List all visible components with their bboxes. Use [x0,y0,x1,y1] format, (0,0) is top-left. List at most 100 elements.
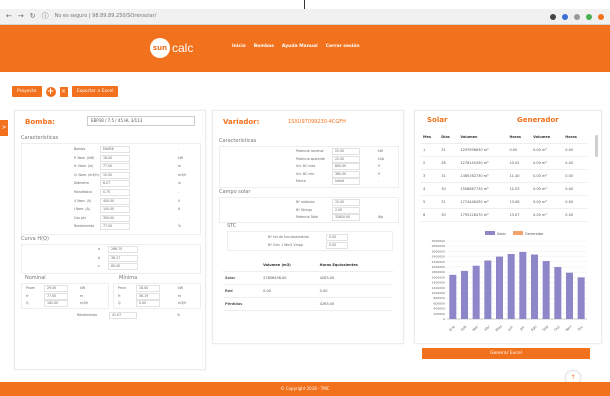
side-toggle[interactable]: > [0,120,8,136]
field-unit: % [178,224,182,229]
rendimiento-field[interactable]: 41.07 [109,312,137,319]
table-cell: 11.40 [507,169,532,183]
nav-inicio[interactable]: Inicio [232,44,246,49]
table-header-cell: Volumen [458,131,508,144]
field-unit: - [378,179,380,183]
field-value[interactable]: 0.75 [100,189,130,196]
field-value[interactable]: 400.00 [100,197,130,205]
field-value[interactable]: 36.17 [108,254,138,262]
field-value[interactable]: 32800.00 [332,214,360,221]
window-edge [304,0,305,9]
field-value[interactable]: 266.75 [108,246,138,253]
field-value[interactable]: 380.00 [332,170,360,178]
field-value[interactable]: 2.00 [332,206,360,214]
nav-ayuda[interactable]: Ayuda Manual [282,44,318,49]
table-header-cell: Horas [563,131,587,144]
table-row: 4 30 1506887730 m³ 12.03 0.00 m³ 0.00 [421,182,587,196]
field-value[interactable]: 22.00 [332,148,360,155]
bomba-select[interactable]: EBP38 / 7.5 / 45 HL 3/113 [87,116,195,126]
field-value[interactable]: 56.19 [136,292,160,300]
logo-calc: calc [172,41,194,55]
field-value[interactable]: 0.00 [136,300,160,307]
table-cell: 1755128470 m³ [458,208,508,222]
field-value[interactable]: Infeld [332,178,360,185]
field-value[interactable]: 800.00 [332,163,360,170]
table-cell: 1297096830 m³ [458,143,508,157]
field-value[interactable]: 29.00 [44,285,68,292]
app-frame: ← → ↻ ⓘ No es seguro | 98.89.89.250/SOre… [0,0,610,396]
reload-icon[interactable]: ↻ [30,9,36,24]
field-label: Potencia aparente [296,156,325,161]
field-unit: V [178,198,181,203]
table-header-cell: Horas [507,131,532,144]
generate-excel-button[interactable]: Generar Excel [422,348,590,359]
field-value[interactable]: 18.00 [100,154,130,162]
extension-icon[interactable] [574,13,580,20]
field-value[interactable]: 0.00 [326,241,348,249]
table-row: 3 31 1485162730 m³ 11.40 0.00 m³ 0.00 [421,169,587,183]
field-value[interactable]: 80.00 [108,263,138,270]
field-value[interactable]: 77.00 [44,292,68,300]
field-label: Bomba [74,147,86,151]
field-unit: m3/h [178,172,187,177]
logo[interactable]: sun calc [150,38,193,58]
profile-icon[interactable] [598,13,604,20]
caracteristicas-box: Bomba EbHR8 - P. Nom. (kW) 18.00 kW H. Nom. (m… [21,143,201,235]
field-value[interactable]: 0.00 [326,234,348,241]
field-label: H [26,293,29,298]
x-tick-label: Dic [577,325,584,332]
delete-icon[interactable]: × [59,86,68,97]
table-cell: 3 [421,169,440,183]
table-cell: 6 [421,208,440,222]
field-value[interactable]: 22.00 [332,199,360,206]
forward-icon[interactable]: → [18,9,24,24]
bar-solar [484,260,492,319]
volumen-cell: 27856436.00 [261,271,318,285]
stc-box: Nº hrs de funcionamiento 0.00 Nº Crec 1 Wm… [227,231,393,251]
export-button[interactable]: Exportar a Excel [71,86,119,97]
field-value[interactable]: 6.27 [100,180,130,188]
y-tick-label: 2000000 [432,265,445,269]
field-value[interactable]: 77.00 [100,223,130,231]
bar-solar [496,256,503,319]
variador-panel: Variador: 1SXU97099230-4CGFH Característ… [212,110,404,344]
curva-title: Curva H(Q) [21,236,49,242]
field-value[interactable]: EbHR8 [100,146,130,153]
nav-bombas[interactable]: Bombas [254,44,274,49]
field-unit: - [178,147,180,151]
field-unit: m [178,164,182,169]
table-cell: 12.03 [507,182,532,196]
address-bar[interactable]: No es seguro | 98.89.89.250/SOrensolar/ [55,9,550,24]
field-value[interactable]: 100.00 [100,206,130,214]
table-row: 2 28 1276145430 m³ 10.02 0.00 m³ 0.00 [421,156,587,170]
nominal-box: Pnom 29.00 kW H 77.00 m Q 182.00 m3/h [21,283,109,309]
extension-icon[interactable] [586,13,592,20]
extension-icon[interactable] [562,13,568,20]
field-value[interactable]: 300.00 [100,214,130,222]
field-value[interactable]: 15.00 [100,171,130,179]
field-value[interactable]: 18.00 [136,285,160,292]
info-icon[interactable]: ⓘ [42,9,49,24]
add-icon[interactable]: + [45,86,56,97]
proyecto-button[interactable]: Proyecto [12,86,42,97]
table-row: 5 31 1774446430 m³ 13.08 0.00 m³ 0.00 [421,195,587,209]
bar-solar [554,267,562,319]
field-value[interactable]: 182.00 [44,300,68,307]
table-cell: 31 [439,195,459,209]
variador-model: 1SXU97099230-4CGFH [288,119,346,125]
table-row: Pérdidas 4263.00 [223,297,393,311]
scrollbar[interactable] [595,135,598,157]
field-label: Rendimiento [74,224,95,229]
table-row: 6 30 1755128470 m³ 13.07 0.00 m³ 0.00 [421,208,587,222]
var-caracteristicas-title: Características [219,138,257,144]
x-tick-label: Ago [530,324,538,332]
table-cell: 0.00 [563,143,587,157]
table-cell: 0.00 m³ [531,156,564,170]
back-icon[interactable]: ← [6,9,12,24]
field-value[interactable]: 77.00 [100,163,130,171]
field-value[interactable]: 22.00 [332,155,360,163]
monthly-table-scroll[interactable]: Mes Días Volumen Horas Volumen Horas 1 31 129709… [421,131,593,230]
nav-logout[interactable]: Cerrar sesión [326,44,360,49]
extension-icon[interactable] [550,13,556,20]
field-unit: m3/h [178,301,187,305]
